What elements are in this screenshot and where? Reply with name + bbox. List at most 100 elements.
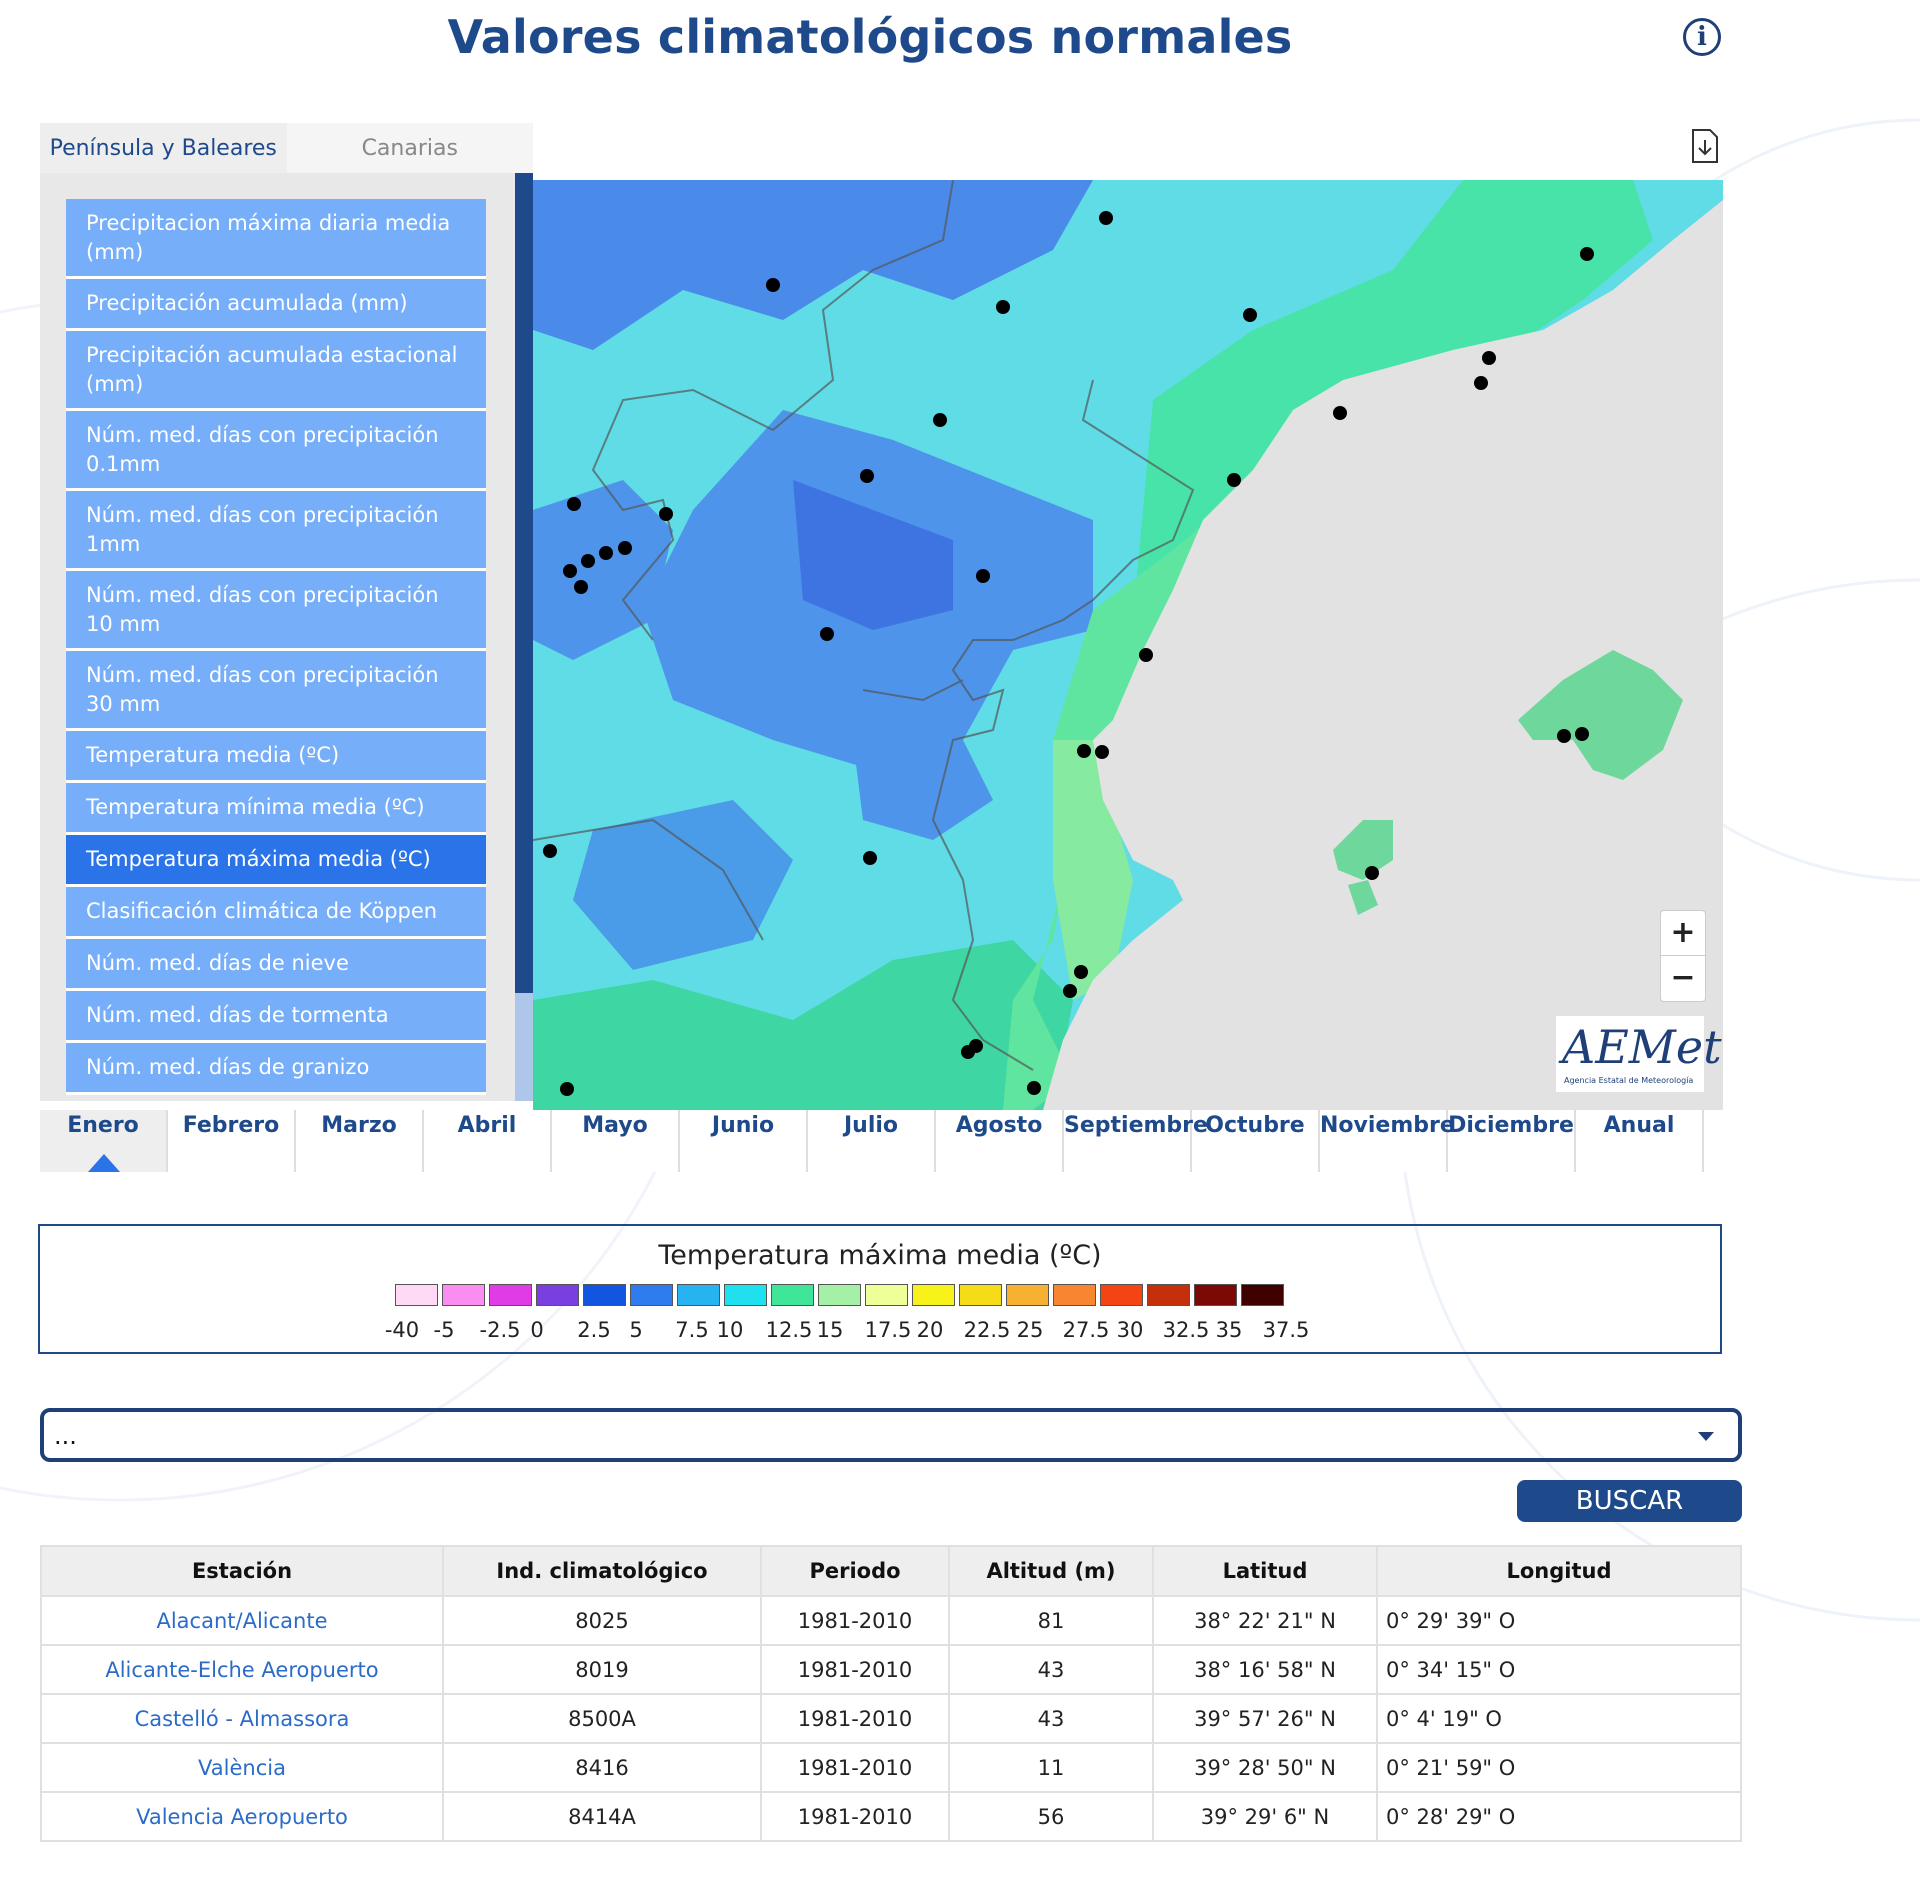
table-cell: 0° 28' 29" O [1376, 1791, 1742, 1842]
legend-swatch [959, 1284, 1002, 1306]
select-value: ... [54, 1422, 77, 1450]
station-name-cell: Castelló - Almassora [40, 1693, 444, 1744]
variable-item[interactable]: Núm. med. días con precipitación 10 mm [66, 571, 486, 651]
month-tabs: Enero Febrero Marzo Abril Mayo Junio Jul… [40, 1110, 1723, 1172]
table-cell: 38° 22' 21" N [1152, 1595, 1378, 1646]
table-cell: 1981-2010 [760, 1742, 950, 1793]
variable-item-active[interactable]: Temperatura máxima media (ºC) [66, 835, 486, 887]
legend-swatch [630, 1284, 673, 1306]
month-tab-junio[interactable]: Junio [680, 1110, 808, 1172]
table-row: València 8416 1981-2010 11 39° 28' 50" N… [40, 1742, 1742, 1793]
variable-item[interactable]: Precipitacion máxima diaria media (mm) [66, 199, 486, 279]
column-header: Longitud [1376, 1545, 1742, 1597]
month-tab-octubre[interactable]: Octubre [1192, 1110, 1320, 1172]
table-row: Castelló - Almassora 8500A 1981-2010 43 … [40, 1693, 1742, 1744]
variable-item[interactable]: Precipitación acumulada (mm) [66, 279, 486, 331]
station-link[interactable]: Alacant/Alicante [156, 1609, 327, 1633]
month-tab-agosto[interactable]: Agosto [936, 1110, 1064, 1172]
legend-swatch [536, 1284, 579, 1306]
climate-map[interactable] [533, 180, 1723, 1110]
legend-swatch [583, 1284, 626, 1306]
table-row: Valencia Aeropuerto 8414A 1981-2010 56 3… [40, 1791, 1742, 1842]
month-tab-noviembre[interactable]: Noviembre [1320, 1110, 1455, 1172]
table-cell: 1981-2010 [760, 1595, 950, 1646]
tab-canarias[interactable]: Canarias [286, 123, 533, 173]
table-cell: 38° 16' 58" N [1152, 1644, 1378, 1695]
station-name-cell: Valencia Aeropuerto [40, 1791, 444, 1842]
month-tab-diciembre[interactable]: Diciembre [1448, 1110, 1576, 1172]
legend-color-bar [395, 1284, 1288, 1306]
station-select[interactable]: ... [40, 1408, 1742, 1462]
month-tab-febrero[interactable]: Febrero [168, 1110, 296, 1172]
legend-title: Temperatura máxima media (ºC) [658, 1240, 1102, 1271]
variable-item[interactable]: Núm. med. días de granizo [66, 1043, 486, 1095]
month-tab-septiembre[interactable]: Septiembre [1064, 1110, 1208, 1172]
legend-swatch [1241, 1284, 1284, 1306]
tab-peninsula-baleares[interactable]: Península y Baleares [40, 123, 287, 173]
legend-label: 2.5 [577, 1318, 611, 1342]
station-link[interactable]: València [198, 1756, 286, 1780]
variable-item[interactable]: Núm. med. días con precipitación 0.1mm [66, 411, 486, 491]
legend-label: 0 [530, 1318, 544, 1342]
table-cell: 39° 28' 50" N [1152, 1742, 1378, 1793]
month-tab-mayo[interactable]: Mayo [552, 1110, 680, 1172]
table-header-row: Estación Ind. climatológico Periodo Alti… [40, 1545, 1742, 1597]
legend-swatch [1147, 1284, 1190, 1306]
region-tabs: Península y Baleares Canarias [40, 123, 533, 173]
table-cell: 81 [948, 1595, 1154, 1646]
variable-item[interactable]: Núm. med. días con precipitación 1mm [66, 491, 486, 571]
legend-swatch [395, 1284, 438, 1306]
station-link[interactable]: Alicante-Elche Aeropuerto [105, 1658, 378, 1682]
color-legend: Temperatura máxima media (ºC) -40 -5 -2.5 0… [38, 1224, 1722, 1354]
info-icon[interactable]: i [1683, 18, 1721, 56]
legend-label: 10 [716, 1318, 744, 1342]
legend-swatch [1194, 1284, 1237, 1306]
table-cell: 8019 [442, 1644, 762, 1695]
legend-label: 7.5 [675, 1318, 709, 1342]
month-tab-anual[interactable]: Anual [1576, 1110, 1704, 1172]
table-cell: 0° 34' 15" O [1376, 1644, 1742, 1695]
zoom-out-button[interactable]: − [1661, 956, 1705, 1000]
scrollbar-thumb[interactable] [515, 173, 533, 993]
logo-subtitle: Agencia Estatal de Meteorología [1564, 1076, 1694, 1085]
column-header: Estación [40, 1545, 444, 1597]
variable-panel: Precipitacion máxima diaria media (mm) P… [40, 173, 533, 1101]
month-label: Enero [67, 1113, 139, 1138]
month-tab-abril[interactable]: Abril [424, 1110, 552, 1172]
zoom-in-button[interactable]: + [1661, 911, 1705, 956]
legend-label: 25 [1016, 1318, 1044, 1342]
column-header: Ind. climatológico [442, 1545, 762, 1597]
legend-swatch [1006, 1284, 1049, 1306]
month-tab-julio[interactable]: Julio [808, 1110, 936, 1172]
legend-label: 15 [816, 1318, 844, 1342]
logo-text: AEMet [1562, 1020, 1722, 1074]
station-link[interactable]: Castelló - Almassora [135, 1707, 350, 1731]
legend-swatch [489, 1284, 532, 1306]
legend-label: 17.5 [864, 1318, 912, 1342]
month-tab-enero[interactable]: Enero [40, 1110, 168, 1172]
download-icon[interactable] [1690, 128, 1720, 164]
variable-item[interactable]: Núm. med. días con precipitación 30 mm [66, 651, 486, 731]
table-row: Alacant/Alicante 8025 1981-2010 81 38° 2… [40, 1595, 1742, 1646]
legend-label: 30 [1116, 1318, 1144, 1342]
month-tab-marzo[interactable]: Marzo [296, 1110, 424, 1172]
search-button[interactable]: BUSCAR [1517, 1480, 1742, 1522]
legend-label: -2.5 [479, 1318, 521, 1342]
legend-label: 27.5 [1062, 1318, 1110, 1342]
variable-item[interactable]: Temperatura media (ºC) [66, 731, 486, 783]
station-link[interactable]: Valencia Aeropuerto [136, 1805, 348, 1829]
legend-label: 22.5 [963, 1318, 1011, 1342]
table-cell: 0° 29' 39" O [1376, 1595, 1742, 1646]
variable-item[interactable]: Clasificación climática de Köppen [66, 887, 486, 939]
variable-item[interactable]: Precipitación acumulada estacional (mm) [66, 331, 486, 411]
legend-swatch [1100, 1284, 1143, 1306]
table-cell: 11 [948, 1742, 1154, 1793]
variable-item[interactable]: Temperatura mínima media (ºC) [66, 783, 486, 835]
legend-swatch [818, 1284, 861, 1306]
legend-label: 37.5 [1262, 1318, 1310, 1342]
variable-item[interactable]: Núm. med. días de tormenta [66, 991, 486, 1043]
station-name-cell: Alacant/Alicante [40, 1595, 444, 1646]
legend-label: 5 [629, 1318, 643, 1342]
legend-swatch [677, 1284, 720, 1306]
variable-item[interactable]: Núm. med. días de nieve [66, 939, 486, 991]
